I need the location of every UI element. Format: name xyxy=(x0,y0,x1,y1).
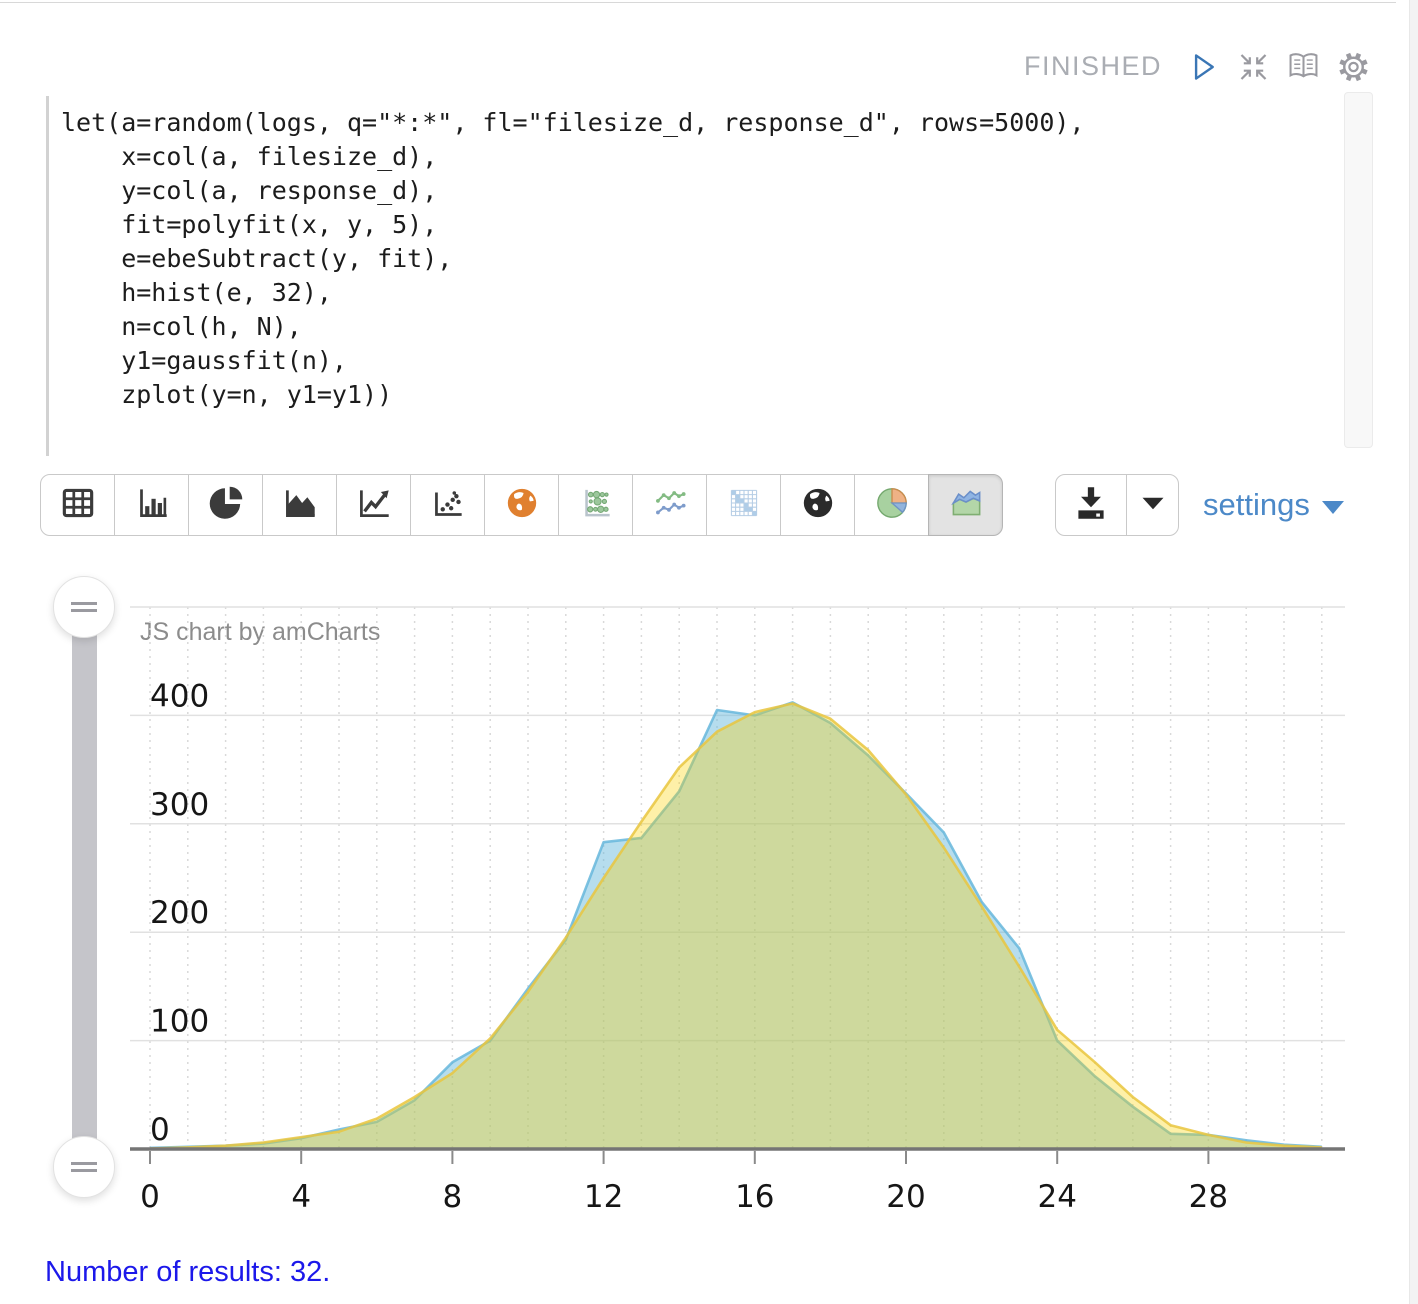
settings-link[interactable]: settings xyxy=(1203,474,1344,536)
settings-label: settings xyxy=(1203,487,1310,523)
status-badge: FINISHED xyxy=(1024,51,1162,82)
globe-dark-icon xyxy=(797,482,839,529)
svg-text:200: 200 xyxy=(150,895,209,931)
svg-text:0: 0 xyxy=(140,1179,160,1215)
area-chart-canvas: 0 4 8 12 16 20 24 28 0 100 200 300 400 xyxy=(0,590,1418,1250)
bar-chart-button[interactable] xyxy=(114,474,189,536)
globe-orange-button[interactable] xyxy=(484,474,559,536)
series-area-1 xyxy=(150,704,1322,1150)
svg-text:12: 12 xyxy=(584,1179,623,1215)
bubble-matrix-button[interactable] xyxy=(558,474,633,536)
pie-colored-icon xyxy=(871,482,913,529)
svg-text:300: 300 xyxy=(150,787,209,823)
svg-text:100: 100 xyxy=(150,1004,209,1040)
svg-text:8: 8 xyxy=(443,1179,463,1215)
table-button[interactable] xyxy=(40,474,115,536)
caret-down-icon xyxy=(1132,482,1174,529)
settings-caret-icon xyxy=(1322,501,1344,514)
globe-dark-button[interactable] xyxy=(780,474,855,536)
svg-text:4: 4 xyxy=(291,1179,311,1215)
svg-text:24: 24 xyxy=(1037,1179,1076,1215)
table-icon xyxy=(57,482,99,529)
svg-text:20: 20 xyxy=(886,1179,925,1215)
bubble-matrix-icon xyxy=(575,482,617,529)
svg-text:16: 16 xyxy=(735,1179,774,1215)
compress-icon[interactable] xyxy=(1235,48,1272,85)
pie-chart-icon xyxy=(205,482,247,529)
svg-text:28: 28 xyxy=(1189,1179,1228,1215)
scatter-plot-button[interactable] xyxy=(410,474,485,536)
svg-text:400: 400 xyxy=(150,678,209,714)
multi-line-button[interactable] xyxy=(632,474,707,536)
download-caret-button[interactable] xyxy=(1126,474,1179,536)
bar-chart-icon xyxy=(131,482,173,529)
code-editor-left-border xyxy=(46,96,49,456)
svg-text:0: 0 xyxy=(150,1112,170,1148)
gear-icon[interactable] xyxy=(1335,48,1372,85)
area-colored-button[interactable] xyxy=(928,474,1003,536)
multi-line-icon xyxy=(649,482,691,529)
area-chart-button[interactable] xyxy=(262,474,337,536)
pie-chart-button[interactable] xyxy=(188,474,263,536)
chart-type-toolbar xyxy=(40,474,1003,536)
area-chart-svg: 0 4 8 12 16 20 24 28 0 100 200 300 400 xyxy=(0,590,1418,1250)
code-editor-scrollbar[interactable] xyxy=(1344,92,1373,448)
code-editor[interactable]: let(a=random(logs, q="*:*", fl="filesize… xyxy=(61,106,1085,412)
download-icon xyxy=(1070,482,1112,529)
play-icon[interactable] xyxy=(1185,48,1222,85)
line-chart-icon xyxy=(353,482,395,529)
heatmap-button[interactable] xyxy=(706,474,781,536)
paragraph-top-border xyxy=(0,2,1396,3)
globe-orange-icon xyxy=(501,482,543,529)
scatter-plot-icon xyxy=(427,482,469,529)
pie-colored-button[interactable] xyxy=(854,474,929,536)
area-colored-icon xyxy=(945,482,987,529)
heatmap-icon xyxy=(723,482,765,529)
area-chart-icon xyxy=(279,482,321,529)
result-count-text: Number of results: 32. xyxy=(45,1256,330,1289)
paragraph-header: FINISHED xyxy=(1024,48,1372,85)
download-button[interactable] xyxy=(1055,474,1127,536)
book-icon[interactable] xyxy=(1285,48,1322,85)
line-chart-button[interactable] xyxy=(336,474,411,536)
download-button-group xyxy=(1055,474,1179,536)
